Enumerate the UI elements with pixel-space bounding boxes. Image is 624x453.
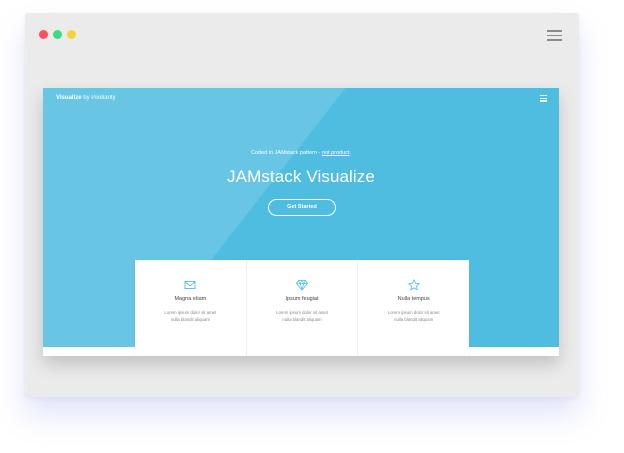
website-preview: Visualize by Pixelarity Coded in JAMstac… — [43, 88, 559, 356]
site-brand[interactable]: Visualize by Pixelarity — [56, 95, 116, 101]
feature-text-line: Lorem ipsum dolor sit amet — [387, 310, 440, 315]
feature-card: Ipsum feugiat Lorem ipsum dolor sit amet… — [247, 260, 359, 356]
tagline-prefix: Coded in JAMstack pattern - — [251, 150, 322, 156]
feature-title: Ipsum feugiat — [285, 296, 319, 302]
tagline-link[interactable]: not product — [322, 150, 350, 156]
features-panel: Magna etiam Lorem ipsum dolor sit amet n… — [135, 260, 469, 356]
feature-text-line: Lorem ipsum dolor sit amet — [164, 310, 217, 315]
feature-text: Lorem ipsum dolor sit amet nulla blandit… — [358, 309, 469, 323]
hero-title: JAMstack Visualize — [227, 167, 375, 186]
get-started-button[interactable]: Get Started — [268, 199, 336, 216]
diamond-icon — [296, 279, 308, 291]
maximize-dot-icon[interactable] — [53, 30, 62, 39]
feature-title: Magna etiam — [174, 296, 207, 302]
close-dot-icon[interactable] — [39, 30, 48, 39]
brand-by: by Pixelarity — [83, 95, 116, 101]
feature-card: Nulla tempus Lorem ipsum dolor sit amet … — [358, 260, 469, 356]
feature-text-line: nulla blandit aliquam — [170, 317, 210, 322]
window-controls — [39, 30, 76, 39]
feature-text: Lorem ipsum dolor sit amet nulla blandit… — [135, 309, 246, 323]
feature-text-line: Lorem ipsum dolor sit amet — [276, 310, 328, 315]
hero-tagline: Coded in JAMstack pattern - not product. — [43, 150, 559, 156]
brand-name: Visualize — [56, 95, 82, 101]
feature-text-line: nulla blandit aliquam — [394, 317, 434, 322]
feature-text-line: nulla blandit aliquam — [282, 317, 322, 322]
star-icon — [407, 279, 420, 291]
hamburger-menu-icon[interactable] — [547, 30, 562, 44]
site-menu-icon[interactable] — [540, 95, 547, 103]
minimize-dot-icon[interactable] — [67, 30, 76, 39]
feature-card: Magna etiam Lorem ipsum dolor sit amet n… — [135, 260, 247, 356]
envelope-icon — [184, 281, 196, 289]
tagline-suffix: . — [349, 150, 351, 156]
feature-title: Nulla tempus — [397, 296, 430, 302]
feature-text: Lorem ipsum dolor sit amet nulla blandit… — [247, 309, 358, 323]
